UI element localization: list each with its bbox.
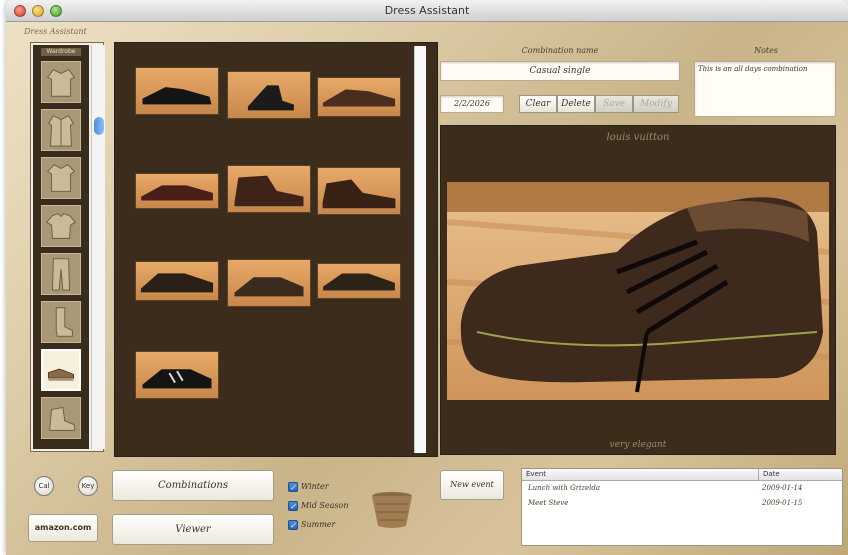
grid-scrollbar[interactable] bbox=[414, 46, 426, 453]
item-thumbnail[interactable] bbox=[135, 261, 219, 301]
category-scroll-thumb[interactable] bbox=[94, 117, 104, 135]
mid-season-label: Mid Season bbox=[301, 501, 349, 510]
category-shoes[interactable] bbox=[41, 349, 81, 391]
clear-button[interactable]: Clear bbox=[519, 95, 557, 113]
event-cell: Meet Steve bbox=[528, 499, 569, 507]
viewer-title: louis vuitton bbox=[606, 132, 670, 143]
category-jacket[interactable] bbox=[41, 61, 81, 103]
category-t-shirt[interactable] bbox=[41, 205, 81, 247]
mid-season-checkbox[interactable]: ✓ Mid Season bbox=[288, 501, 348, 511]
table-row[interactable]: Meet Steve 2009-01-15 bbox=[522, 499, 842, 510]
key-round-button[interactable]: Key bbox=[78, 476, 98, 496]
category-shirt[interactable] bbox=[41, 157, 81, 199]
events-table-header: Event Date bbox=[522, 469, 842, 481]
category-coat[interactable] bbox=[41, 109, 81, 151]
events-table: Event Date Lunch with Grizelda 2009-01-1… bbox=[521, 468, 843, 546]
category-panel: Wardrobe bbox=[30, 42, 105, 452]
viewer-subtitle: very elegant bbox=[609, 440, 667, 450]
item-thumbnail[interactable] bbox=[135, 351, 219, 399]
date-column-header[interactable]: Date bbox=[758, 469, 780, 481]
checkmark-icon: ✓ bbox=[288, 520, 298, 530]
table-row[interactable]: Lunch with Grizelda 2009-01-14 bbox=[522, 484, 842, 495]
combinations-button[interactable]: Combinations bbox=[112, 470, 274, 501]
delete-button[interactable]: Delete bbox=[557, 95, 595, 113]
app-window: Dress Assistant Dress Assistant Wardrobe bbox=[6, 0, 848, 555]
viewer-button[interactable]: Viewer bbox=[112, 514, 274, 545]
item-photo bbox=[447, 182, 829, 400]
item-thumbnail[interactable] bbox=[227, 165, 311, 213]
title-bar[interactable]: Dress Assistant bbox=[6, 0, 848, 22]
calendar-round-button[interactable]: Cal bbox=[34, 476, 54, 496]
modify-button[interactable]: Modify bbox=[633, 95, 679, 113]
summer-checkbox[interactable]: ✓ Summer bbox=[288, 520, 335, 530]
item-viewer: louis vuitton very elegant bbox=[440, 125, 836, 455]
category-trousers[interactable] bbox=[41, 253, 81, 295]
category-header: Wardrobe bbox=[41, 48, 81, 56]
item-thumbnail[interactable] bbox=[135, 67, 219, 115]
combination-name-label: Combination name bbox=[521, 46, 599, 55]
notes-label: Notes bbox=[754, 46, 778, 55]
event-column-header[interactable]: Event bbox=[526, 470, 546, 478]
combination-name-field[interactable]: Casual single bbox=[440, 61, 680, 81]
date-cell: 2009-01-15 bbox=[762, 499, 803, 507]
window-title: Dress Assistant bbox=[384, 4, 470, 17]
category-socks[interactable] bbox=[41, 301, 81, 343]
amazon-button[interactable]: amazon.com bbox=[28, 514, 98, 542]
checkmark-icon: ✓ bbox=[288, 482, 298, 492]
item-grid bbox=[114, 42, 438, 457]
item-thumbnail[interactable] bbox=[317, 167, 401, 215]
item-thumbnail[interactable] bbox=[227, 259, 311, 307]
summer-label: Summer bbox=[301, 520, 336, 529]
category-scrollbar[interactable] bbox=[91, 45, 105, 449]
event-cell: Lunch with Grizelda bbox=[528, 484, 600, 492]
basket-icon[interactable] bbox=[370, 490, 414, 530]
winter-label: Winter bbox=[301, 482, 329, 491]
item-thumbnail[interactable] bbox=[135, 173, 219, 209]
category-boots[interactable] bbox=[41, 397, 81, 439]
item-thumbnail[interactable] bbox=[317, 263, 401, 299]
date-cell: 2009-01-14 bbox=[762, 484, 803, 492]
window-subtitle: Dress Assistant bbox=[24, 27, 87, 36]
notes-field[interactable]: This is an all days combination bbox=[694, 61, 836, 117]
item-thumbnail[interactable] bbox=[227, 71, 311, 119]
new-event-button[interactable]: New event bbox=[440, 470, 504, 500]
winter-checkbox[interactable]: ✓ Winter bbox=[288, 482, 329, 492]
checkmark-icon: ✓ bbox=[288, 501, 298, 511]
save-button[interactable]: Save bbox=[595, 95, 633, 113]
combination-date-field[interactable]: 2/2/2026 bbox=[440, 95, 504, 113]
item-thumbnail[interactable] bbox=[317, 77, 401, 117]
